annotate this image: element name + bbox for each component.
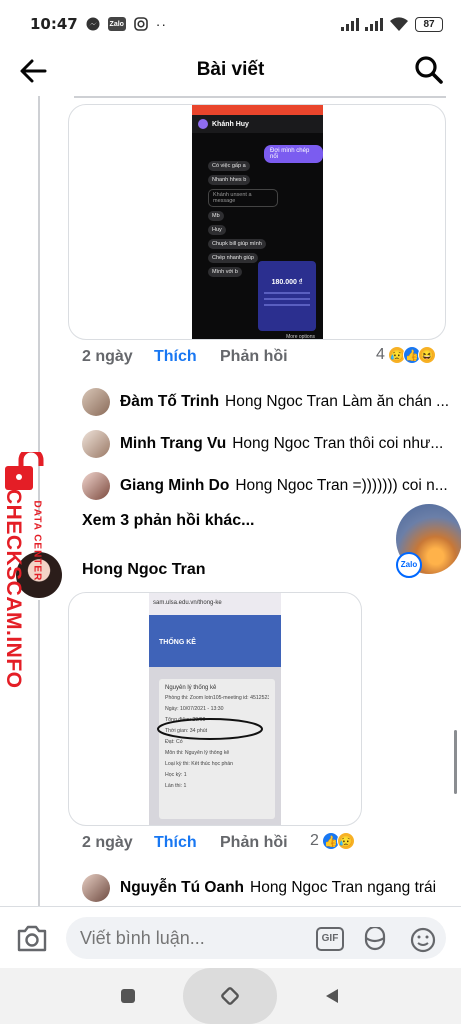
comment-composer: GIF: [0, 906, 461, 968]
lock-icon: [5, 452, 44, 490]
comment-time: 2 ngày: [82, 348, 133, 365]
photo-line: Phòng thi: Zoom lotn105-meeting id: 4512…: [165, 695, 269, 701]
sad-reaction-icon: 😥: [336, 832, 355, 850]
status-bar: 10:47 Zalo ·· 87: [0, 0, 461, 48]
like-button[interactable]: Thích: [154, 834, 220, 852]
recents-icon[interactable]: [120, 988, 136, 1004]
photo-lines: Phòng thi: Zoom lotn105-meeting id: 4512…: [165, 695, 269, 789]
watermark-brand: CHECKSCAM.INFO: [2, 489, 25, 689]
comment-actions: 2 ngày Thích Phản hồi: [82, 348, 288, 366]
message-in: Mb: [208, 211, 224, 221]
view-more-replies-link[interactable]: Xem 3 phản hồi khác...: [82, 512, 255, 530]
reply-item[interactable]: Giang Minh Do Hong Ngoc Tran =))))))) co…: [82, 472, 452, 500]
comment-image-card[interactable]: Khánh Huy Đợi mình chép nối Có việc gấp …: [68, 104, 446, 340]
photo-subheading: Nguyên lý thống kê: [165, 685, 217, 691]
scrollbar[interactable]: [454, 730, 457, 794]
emoji-icon[interactable]: [410, 927, 436, 953]
wifi-icon: [390, 17, 408, 31]
reply-text: Hong Ngoc Tran =))))))) coi n...: [235, 477, 448, 494]
reply-author[interactable]: Đàm Tố Trinh: [120, 393, 219, 411]
gif-label: GIF: [321, 933, 339, 944]
reply-author[interactable]: Nguyễn Tú Oanh: [120, 879, 244, 897]
reply-item[interactable]: Đàm Tố Trinh Hong Ngoc Tran Làm ăn chán …: [82, 388, 452, 416]
search-icon[interactable]: [413, 54, 445, 86]
back-icon[interactable]: [324, 987, 340, 1005]
reply-author[interactable]: Giang Minh Do: [120, 477, 229, 495]
comment-actions: 2 ngày Thích Phản hồi: [82, 834, 288, 852]
zalo-icon: Zalo: [107, 17, 126, 31]
reply-author[interactable]: Minh Trang Vu: [120, 435, 226, 453]
instagram-icon: [133, 17, 148, 31]
top-bar: Bài viết: [0, 48, 461, 92]
like-button[interactable]: Thích: [154, 348, 220, 366]
notification-dots: ··: [155, 16, 168, 32]
comment-input[interactable]: [66, 917, 446, 959]
comment-time: 2 ngày: [82, 834, 133, 851]
exam-photo[interactable]: sam.ulsa.edu.vn/thong-ke THỐNG KÊ Nguyên…: [149, 593, 281, 825]
watermark-sub: DATA CENTER: [31, 500, 43, 582]
camera-icon[interactable]: [16, 923, 48, 953]
reply-text: Hong Ngoc Tran Làm ăn chán ...: [225, 393, 450, 410]
message-in: Khánh unsent a message: [208, 189, 278, 207]
reaction-summary[interactable]: 4 😥 👍 😆: [376, 346, 436, 364]
message-in: Có việc gấp a: [208, 161, 250, 171]
comment-author-name[interactable]: Hong Ngoc Tran: [82, 561, 206, 579]
messenger-icon: [86, 17, 100, 31]
page-title: Bài viết: [196, 59, 265, 80]
reaction-count: 2: [310, 832, 319, 849]
screenshot-footer: More options: [286, 334, 315, 340]
message-in: Huy: [208, 225, 226, 235]
message-in: Mình với b: [208, 267, 242, 277]
contact-avatar: [198, 119, 208, 129]
comment-image-card[interactable]: sam.ulsa.edu.vn/thong-ke THỐNG KÊ Nguyên…: [68, 592, 362, 826]
reply-item[interactable]: Nguyễn Tú Oanh Hong Ngoc Tran ngang trái: [82, 874, 452, 902]
photo-url: sam.ulsa.edu.vn/thong-ke: [149, 593, 281, 615]
avatar: [82, 472, 110, 500]
reply-text: Hong Ngoc Tran thôi coi như...: [232, 435, 444, 452]
avatar: [82, 430, 110, 458]
message-in: Nhanh hhes b: [208, 175, 251, 185]
avatar: [82, 388, 110, 416]
haha-reaction-icon: 😆: [417, 346, 436, 364]
photo-heading: THỐNG KÊ: [149, 615, 281, 667]
message-in: Chupk bill giúp mình: [208, 239, 266, 249]
system-nav-bar: [0, 968, 461, 1024]
signal-icon: [341, 17, 359, 31]
signal-icon-2: [365, 17, 383, 31]
reply-button[interactable]: Phản hồi: [220, 348, 288, 366]
circle-mark: [157, 718, 263, 740]
photo-line: Ngày: 10/07/2021 - 13:30: [165, 706, 224, 712]
contact-name: Khánh Huy: [212, 120, 249, 128]
reply-button[interactable]: Phản hồi: [220, 834, 288, 852]
watermark: CHECKSCAM.INFO DATA CENTER: [0, 450, 60, 689]
messenger-screenshot[interactable]: Khánh Huy Đợi mình chép nối Có việc gấp …: [192, 105, 323, 340]
photo-panel: Nguyên lý thống kê Phòng thi: Zoom lotn1…: [157, 679, 275, 819]
zalo-badge: Zalo: [396, 552, 422, 578]
back-arrow-icon[interactable]: [16, 54, 50, 88]
home-icon: [221, 987, 239, 1005]
home-button[interactable]: [183, 968, 277, 1024]
status-time: 10:47: [30, 15, 78, 33]
photo-line: Môn thi: Nguyên lý thống kê: [165, 750, 230, 756]
reply-text: Hong Ngoc Tran ngang trái: [250, 879, 437, 896]
avatar: [82, 874, 110, 902]
reaction-count: 4: [376, 346, 385, 363]
photo-line: Loại kỳ thi: Kết thúc học phần: [165, 761, 234, 767]
reaction-summary[interactable]: 2 👍 😥: [310, 832, 355, 850]
zalo-chat-bubble[interactable]: Zalo: [396, 504, 461, 578]
divider: [74, 96, 446, 98]
photo-line: Lần thi: 1: [165, 783, 187, 789]
reply-item[interactable]: Minh Trang Vu Hong Ngoc Tran thôi coi nh…: [82, 430, 452, 458]
screenshot-header: Khánh Huy: [192, 115, 323, 133]
gif-button[interactable]: GIF: [316, 927, 344, 951]
payment-amount: 180.000 ₫: [271, 279, 303, 286]
screenshot-statusbar: [192, 105, 323, 115]
photo-line: Học kỳ: 1: [165, 772, 187, 778]
message-in: Chép nhanh giúp: [208, 253, 258, 263]
sticker-icon[interactable]: [362, 927, 388, 953]
battery-icon: 87: [415, 16, 443, 32]
payment-card: 180.000 ₫: [258, 261, 316, 331]
